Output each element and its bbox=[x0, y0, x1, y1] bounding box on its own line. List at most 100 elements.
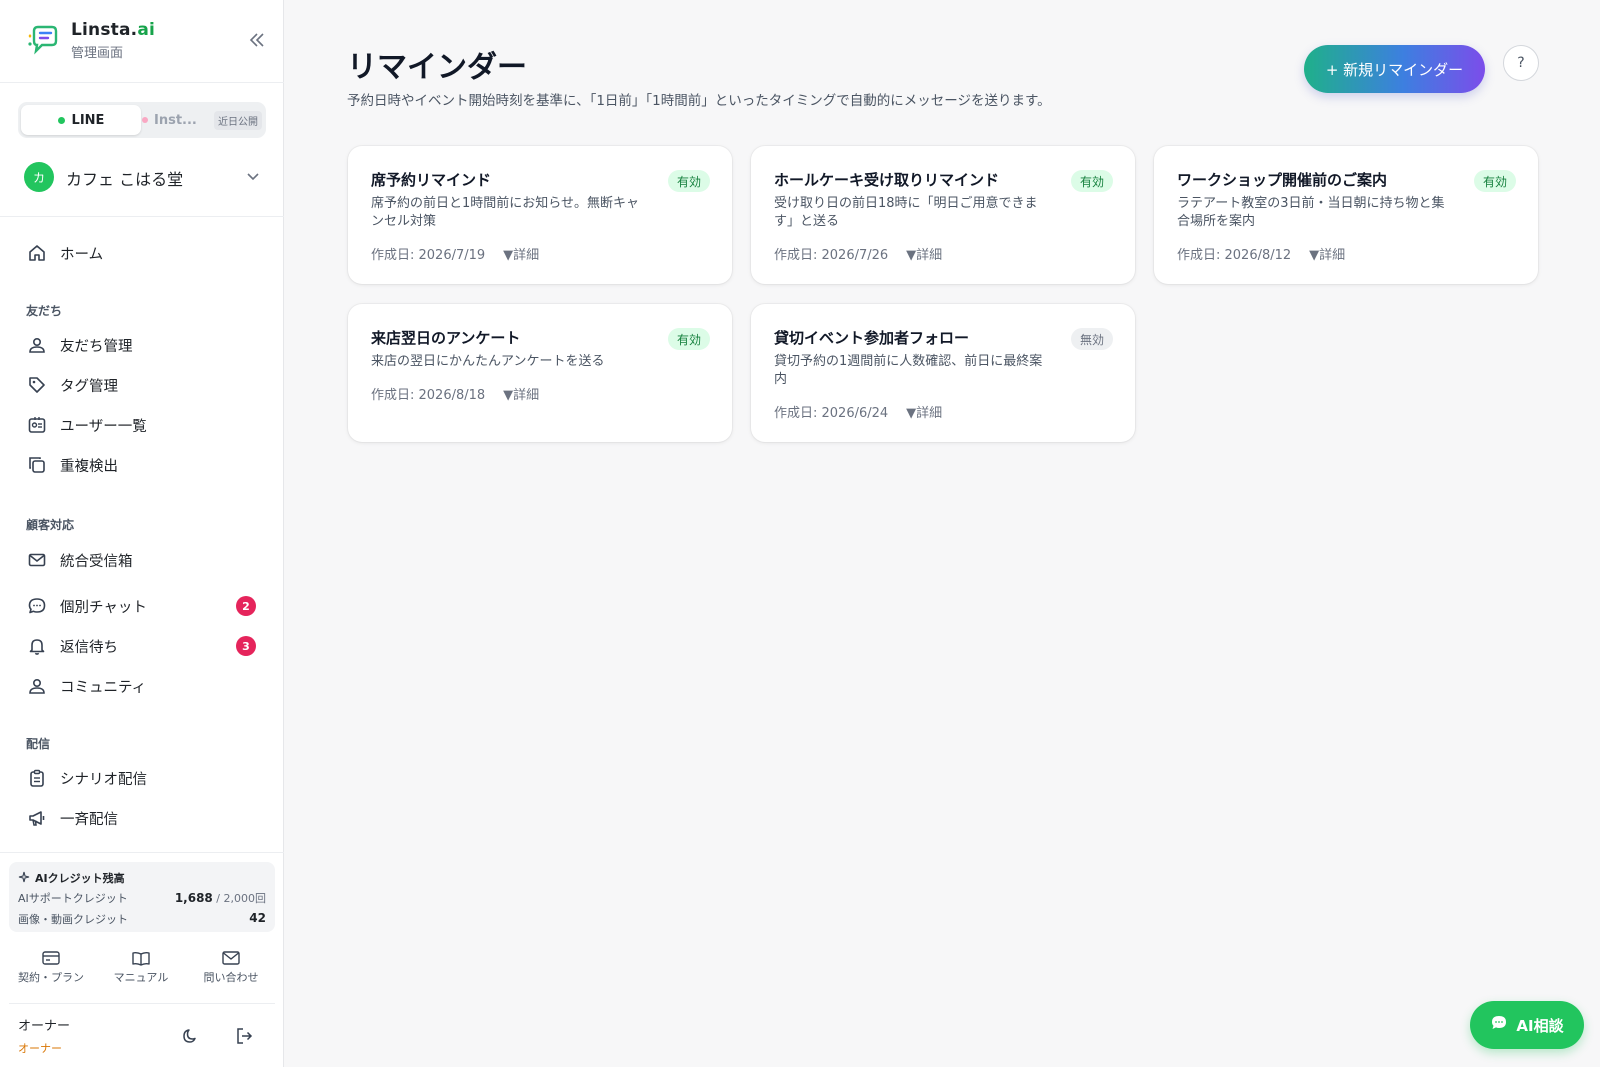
created-date: 作成日: 2026/8/18 bbox=[371, 388, 486, 403]
brand[interactable]: Linsta.ai 管理画面 bbox=[26, 20, 266, 64]
sidebar-item-label: ホーム bbox=[60, 246, 104, 263]
detail-toggle[interactable]: ▼詳細 bbox=[503, 384, 539, 403]
sidebar-item-awaiting-reply[interactable]: 返信待ち 3 bbox=[26, 630, 262, 662]
platform-tab-line[interactable]: LINE bbox=[21, 105, 141, 135]
chat-bubble-icon bbox=[26, 595, 48, 617]
sidebar-item-label: 統合受信箱 bbox=[60, 553, 133, 570]
reminder-card[interactable]: 来店翌日のアンケート 有効 来店の翌日にかんたんアンケートを送る 作成日: 20… bbox=[348, 304, 732, 442]
user-name: オーナー bbox=[18, 1019, 71, 1034]
sidebar-item-label: 友だち管理 bbox=[60, 338, 133, 355]
sidebar-item-label: コミュニティ bbox=[60, 679, 147, 696]
book-open-icon bbox=[131, 950, 151, 966]
coming-soon-badge: 近日公開 bbox=[214, 111, 262, 130]
unread-count-badge: 3 bbox=[236, 636, 256, 656]
status-badge: 有効 bbox=[1070, 170, 1113, 192]
collapse-sidebar-button[interactable] bbox=[240, 26, 274, 54]
ai-consult-button[interactable]: AI相談 bbox=[1470, 1001, 1584, 1049]
nav-section-delivery: 配信 bbox=[26, 737, 51, 751]
unread-count-badge: 2 bbox=[236, 596, 256, 616]
chevron-down-icon bbox=[246, 168, 260, 187]
platform-switch: LINE Inst... 近日公開 bbox=[18, 102, 266, 138]
credits-support-value: 1,688 / 2,000回 bbox=[175, 890, 266, 906]
reminder-meta: 作成日: 2026/6/24 ▼詳細 bbox=[774, 402, 942, 421]
link-manual[interactable]: マニュアル bbox=[98, 950, 184, 985]
reminder-card[interactable]: ワークショップ開催前のご案内 有効 ラテアート教室の3日前・当日朝に持ち物と集合… bbox=[1154, 146, 1538, 284]
sidebar-item-label: 重複検出 bbox=[60, 458, 118, 475]
link-contract-plan[interactable]: 契約・プラン bbox=[8, 950, 94, 985]
sidebar-item-scenario-delivery[interactable]: シナリオ配信 bbox=[26, 762, 262, 794]
account-selector[interactable]: カ カフェ こはる堂 bbox=[24, 160, 260, 194]
created-date: 作成日: 2026/8/12 bbox=[1177, 248, 1292, 263]
nav-section-friends: 友だち bbox=[26, 304, 63, 318]
sidebar-item-label: シナリオ配信 bbox=[60, 771, 147, 788]
user-group-icon bbox=[26, 334, 48, 356]
brand-name: Linsta.ai bbox=[71, 20, 156, 40]
sidebar-item-label: 返信待ち bbox=[60, 639, 118, 656]
page-description: 予約日時やイベント開始時刻を基準に、「1日前」「1時間前」といったタイミングで自… bbox=[347, 93, 1051, 109]
reminder-card[interactable]: 貸切イベント参加者フォロー 無効 貸切予約の1週間前に人数確認、前日に最終案内 … bbox=[751, 304, 1135, 442]
sidebar-item-tags[interactable]: タグ管理 bbox=[26, 369, 262, 401]
mail-icon bbox=[26, 549, 48, 571]
reminder-title: 来店翌日のアンケート bbox=[371, 329, 521, 347]
status-badge: 無効 bbox=[1070, 328, 1113, 350]
link-label: マニュアル bbox=[113, 971, 169, 984]
sidebar-item-friends-management[interactable]: 友だち管理 bbox=[26, 329, 262, 361]
reminder-title: 席予約リマインド bbox=[371, 171, 492, 189]
sidebar-item-label: ユーザー一覧 bbox=[60, 418, 147, 435]
reminder-meta: 作成日: 2026/8/18 ▼詳細 bbox=[371, 384, 539, 403]
credits-support-used: 1,688 bbox=[174, 891, 213, 905]
bell-icon bbox=[26, 635, 48, 657]
help-button[interactable]: ? bbox=[1503, 45, 1539, 81]
status-dot bbox=[142, 117, 148, 123]
credits-media-count: 42 bbox=[249, 911, 266, 925]
sidebar-item-label: タグ管理 bbox=[60, 378, 118, 395]
created-date: 作成日: 2026/7/26 bbox=[774, 248, 889, 263]
chat-bubble-icon bbox=[1490, 1014, 1508, 1036]
id-card-icon bbox=[26, 414, 48, 436]
detail-toggle[interactable]: ▼詳細 bbox=[906, 244, 942, 263]
dark-mode-toggle[interactable] bbox=[180, 1026, 200, 1050]
platform-inst-label: Inst... bbox=[154, 112, 197, 128]
reminder-description: 席予約の前日と1時間前にお知らせ。無断キャンセル対策 bbox=[371, 196, 640, 229]
reminder-title: ワークショップ開催前のご案内 bbox=[1177, 171, 1388, 189]
status-dot bbox=[57, 116, 65, 124]
reminder-card[interactable]: ホールケーキ受け取りリマインド 有効 受け取り日の前日18時に「明日ご用意できま… bbox=[751, 146, 1135, 284]
mail-icon bbox=[221, 950, 241, 966]
ai-credits-title: AIクレジット残高 bbox=[18, 870, 125, 886]
double-chevron-left-icon bbox=[249, 33, 264, 47]
sidebar-item-individual-chat[interactable]: 個別チャット 2 bbox=[26, 590, 262, 622]
sidebar-item-duplicates[interactable]: 重複検出 bbox=[26, 449, 262, 481]
divider bbox=[9, 1003, 275, 1004]
sidebar-item-home[interactable]: ホーム bbox=[26, 237, 262, 269]
reminder-description: 来店の翌日にかんたんアンケートを送る bbox=[371, 354, 605, 369]
new-reminder-button[interactable]: + 新規リマインダー bbox=[1304, 45, 1485, 93]
platform-line-label: LINE bbox=[71, 112, 105, 128]
link-contact[interactable]: 問い合わせ bbox=[188, 950, 274, 985]
sidebar-item-broadcast[interactable]: 一斉配信 bbox=[26, 802, 262, 834]
divider bbox=[0, 216, 284, 217]
reminder-title: 貸切イベント参加者フォロー bbox=[774, 329, 970, 347]
reminder-description: 貸切予約の1週間前に人数確認、前日に最終案内 bbox=[774, 354, 1043, 387]
moon-icon bbox=[183, 1029, 196, 1043]
brand-subtitle: 管理画面 bbox=[71, 46, 124, 61]
status-badge: 有効 bbox=[667, 328, 710, 350]
detail-toggle[interactable]: ▼詳細 bbox=[503, 244, 539, 263]
sidebar-item-unified-inbox[interactable]: 統合受信箱 bbox=[26, 544, 262, 576]
reminder-card[interactable]: 席予約リマインド 有効 席予約の前日と1時間前にお知らせ。無断キャンセル対策 作… bbox=[348, 146, 732, 284]
reminder-meta: 作成日: 2026/8/12 ▼詳細 bbox=[1177, 244, 1345, 263]
platform-tab-instagram[interactable]: Inst... bbox=[142, 105, 212, 135]
avatar: カ bbox=[24, 162, 54, 192]
logout-button[interactable] bbox=[234, 1026, 254, 1050]
sidebar-item-community[interactable]: コミュニティ bbox=[26, 670, 262, 702]
logout-icon bbox=[237, 1028, 253, 1044]
credits-row-support: AIサポートクレジット 1,688 / 2,000回 bbox=[18, 890, 266, 906]
account-name: カフェ こはる堂 bbox=[66, 170, 184, 189]
credits-row-media: 画像・動画クレジット 42 bbox=[18, 911, 266, 927]
sidebar: Linsta.ai 管理画面 LINE Inst... 近日公開 カ カフェ こ… bbox=[0, 0, 284, 1067]
detail-toggle[interactable]: ▼詳細 bbox=[906, 402, 942, 421]
detail-toggle[interactable]: ▼詳細 bbox=[1309, 244, 1345, 263]
credit-card-icon bbox=[41, 950, 61, 966]
status-badge: 有効 bbox=[1473, 170, 1516, 192]
megaphone-icon bbox=[26, 807, 48, 829]
sidebar-item-users[interactable]: ユーザー一覧 bbox=[26, 409, 262, 441]
